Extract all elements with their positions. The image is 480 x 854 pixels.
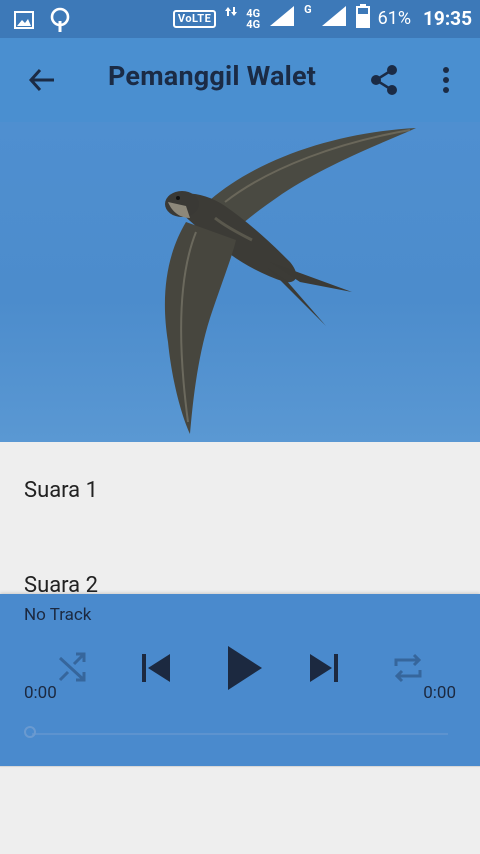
shuffle-icon[interactable]: [56, 646, 88, 690]
total-duration: 0:00: [423, 683, 456, 703]
network-type-label: 4G: [246, 6, 261, 20]
signal-icon-secondary: [320, 4, 348, 33]
track-item-suara-1[interactable]: Suara 1: [24, 478, 98, 503]
more-options-icon[interactable]: [436, 66, 456, 94]
data-arrows-icon: [224, 5, 238, 32]
volte-badge: VoLTE: [172, 9, 217, 28]
app-toolbar: Pemanggil Walet: [0, 38, 480, 122]
tree-notification-icon: [48, 7, 72, 37]
elapsed-time: 0:00: [24, 683, 57, 703]
clock: 19:35: [423, 7, 472, 30]
share-icon[interactable]: [370, 64, 398, 96]
seek-bar[interactable]: [32, 733, 448, 735]
battery-icon: [355, 4, 370, 33]
repeat-icon[interactable]: [392, 646, 424, 690]
signal-icon-primary: [268, 4, 296, 33]
player-panel: No Track 0:00 0:00: [0, 594, 480, 766]
previous-track-icon[interactable]: [140, 646, 172, 690]
seek-thumb[interactable]: [24, 726, 36, 738]
status-bar: VoLTE 4G 4G G 61% 19:35: [0, 0, 480, 38]
network-type-label-small: 4G: [246, 17, 261, 31]
back-arrow-icon[interactable]: [28, 66, 56, 94]
network-type-g: G: [304, 3, 312, 16]
divider: [0, 766, 480, 767]
swift-bird-image: [0, 122, 480, 442]
battery-percent: 61%: [377, 8, 412, 29]
play-icon[interactable]: [222, 642, 264, 694]
next-track-icon[interactable]: [308, 646, 340, 690]
page-title: Pemanggil Walet: [108, 60, 317, 92]
image-notification-icon: [14, 10, 34, 34]
now-playing-label: No Track: [24, 605, 92, 625]
